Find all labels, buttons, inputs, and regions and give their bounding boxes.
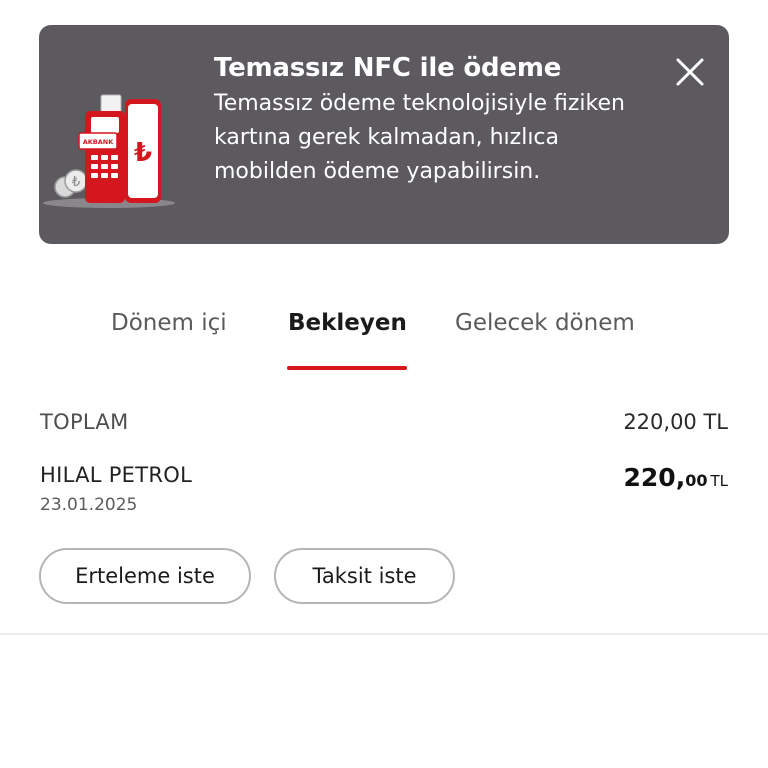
merchant-name: HILAL PETROL	[40, 463, 193, 487]
nfc-payment-illustration: ₺ AKBANK ₺	[43, 94, 175, 208]
statement-tabs: Dönem içi Bekleyen Gelecek dönem	[0, 300, 768, 372]
banner-title: Temassız NFC ile ödeme	[214, 53, 562, 83]
tab-next-period[interactable]: Gelecek dönem	[455, 310, 635, 336]
active-tab-indicator	[287, 366, 407, 370]
svg-text:₺: ₺	[134, 138, 152, 168]
total-label: TOPLAM	[40, 410, 129, 434]
section-divider	[0, 633, 768, 635]
installment-request-button[interactable]: Taksit iste	[274, 548, 455, 604]
total-amount: 220,00 TL	[623, 410, 728, 434]
tab-current-period[interactable]: Dönem içi	[111, 310, 227, 336]
amount-decimal: 00	[685, 471, 708, 490]
transaction-item[interactable]: HILAL PETROL 23.01.2025 220,00 TL	[40, 463, 728, 523]
nfc-promo-banner[interactable]: ₺ AKBANK ₺ Temassız NFC ile ödeme Temass…	[39, 25, 729, 244]
banner-description: Temassız ödeme teknolojisiyle fiziken ka…	[214, 91, 625, 184]
svg-text:AKBANK: AKBANK	[83, 138, 114, 146]
total-summary: TOPLAM 220,00 TL	[40, 410, 728, 440]
amount-integer: 220,	[623, 463, 686, 492]
defer-payment-button[interactable]: Erteleme iste	[39, 548, 251, 604]
transaction-amount: 220,00 TL	[624, 463, 728, 492]
tab-pending[interactable]: Bekleyen	[288, 310, 407, 336]
transaction-date: 23.01.2025	[40, 495, 138, 515]
svg-text:₺: ₺	[72, 175, 80, 190]
close-icon[interactable]	[673, 55, 707, 89]
amount-currency: TL	[710, 472, 728, 490]
